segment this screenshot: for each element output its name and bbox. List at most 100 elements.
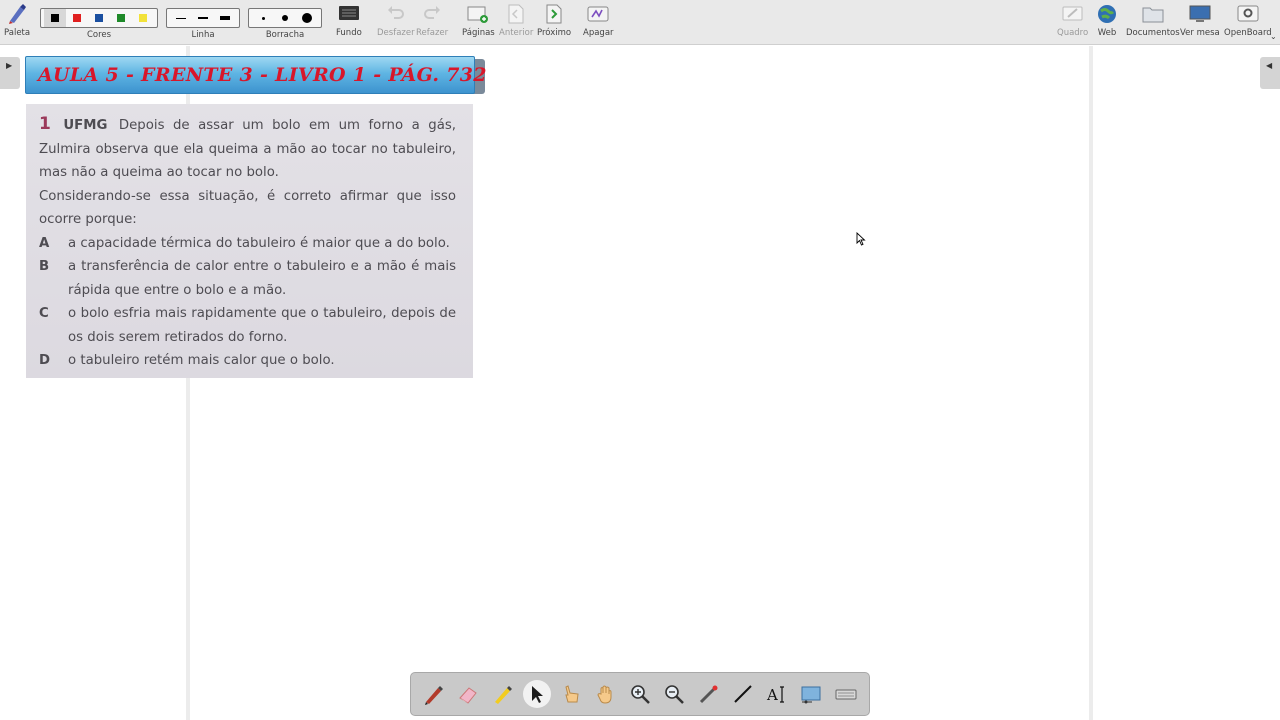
lesson-title-banner[interactable]: AULA 5 - FRENTE 3 - LIVRO 1 - PÁG. 732 xyxy=(25,56,487,94)
color-red-swatch[interactable] xyxy=(66,9,88,27)
pan-tool-button[interactable] xyxy=(592,680,620,708)
question-statement: 1 UFMG Depois de assar um bolo em um for… xyxy=(39,113,456,185)
eraser-group: Borracha xyxy=(248,2,322,40)
add-page-icon xyxy=(466,2,490,26)
option-text: a capacidade térmica do tabuleiro é maio… xyxy=(68,235,450,251)
question-prompt: Considerando-se essa situação, é correto… xyxy=(39,188,456,228)
option-text: o tabuleiro retém mais calor que o bolo. xyxy=(68,353,335,368)
question-number: 1 xyxy=(39,114,51,134)
banner-face: AULA 5 - FRENTE 3 - LIVRO 1 - PÁG. 732 xyxy=(25,56,487,94)
colors-group: Cores xyxy=(40,2,158,40)
eraser-tool-button[interactable] xyxy=(454,680,482,708)
tools-dock: A xyxy=(410,672,870,716)
line-thick-button[interactable] xyxy=(214,9,236,27)
redo-label: Refazer xyxy=(416,28,449,38)
selector-icon xyxy=(532,686,544,703)
zoom-in-tool-button[interactable] xyxy=(626,680,654,708)
undo-button[interactable]: Desfazer xyxy=(377,2,415,38)
top-toolbar: Paleta Cores Linha Borracha Fundo Desfaz… xyxy=(0,0,1280,45)
zoom-in-icon xyxy=(631,685,650,704)
line-medium-button[interactable] xyxy=(192,9,214,27)
web-label: Web xyxy=(1097,28,1117,38)
pen-tool-button[interactable] xyxy=(420,680,448,708)
board-icon xyxy=(1061,2,1085,26)
palette-label: Paleta xyxy=(4,28,31,38)
right-panel-toggle[interactable]: ◀ xyxy=(1260,57,1280,89)
laser-icon xyxy=(699,685,718,704)
eraser-label: Borracha xyxy=(265,30,305,40)
clear-label: Apagar xyxy=(583,28,614,38)
line-thin-button[interactable] xyxy=(170,9,192,27)
interact-tool-button[interactable] xyxy=(557,680,585,708)
zoom-out-icon xyxy=(665,685,685,704)
pointer-hand-icon xyxy=(565,685,579,703)
keyboard-tool-button[interactable] xyxy=(832,680,860,708)
show-desktop-button[interactable]: Ver mesa xyxy=(1180,2,1220,38)
next-page-icon xyxy=(542,2,566,26)
palette-icon xyxy=(5,2,29,26)
line-icon xyxy=(734,685,752,703)
line-tool-button[interactable] xyxy=(729,680,757,708)
chevron-down-icon[interactable]: ⌄ xyxy=(1270,32,1277,41)
option-text: o bolo esfria mais rapidamente que o tab… xyxy=(68,306,456,345)
palette-button[interactable]: Paleta xyxy=(4,2,30,38)
hand-icon xyxy=(597,685,612,704)
mouse-cursor-icon xyxy=(856,231,866,246)
board-button[interactable]: Quadro xyxy=(1057,2,1088,38)
expand-left-arrow-icon: ◀ xyxy=(1266,61,1273,70)
page-guide-right xyxy=(1089,46,1093,720)
option-b: B a transferência de calor entre o tabul… xyxy=(39,255,456,302)
laser-tool-button[interactable] xyxy=(695,680,723,708)
lesson-title: AULA 5 - FRENTE 3 - LIVRO 1 - PÁG. 732 xyxy=(38,64,487,86)
show-desktop-label: Ver mesa xyxy=(1180,28,1220,38)
color-swatches xyxy=(40,8,158,28)
background-button[interactable]: Fundo xyxy=(336,2,362,38)
left-panel-toggle[interactable]: ▶ xyxy=(0,57,20,89)
redo-button[interactable]: Refazer xyxy=(416,2,448,38)
selector-tool-button[interactable] xyxy=(523,680,552,708)
eraser-sizes xyxy=(248,8,322,28)
openboard-button[interactable]: OpenBoard xyxy=(1224,2,1272,38)
eraser-small-button[interactable] xyxy=(252,9,274,27)
text-icon: A xyxy=(766,686,785,704)
settings-icon xyxy=(1236,2,1260,26)
folder-icon xyxy=(1141,2,1165,26)
eraser-medium-button[interactable] xyxy=(274,9,296,27)
question-card[interactable]: 1 UFMG Depois de assar um bolo em um for… xyxy=(26,104,473,378)
text-tool-button[interactable]: A xyxy=(763,680,791,708)
color-green-swatch[interactable] xyxy=(110,9,132,27)
option-d: D o tabuleiro retém mais calor que o bol… xyxy=(39,349,456,373)
next-page-button[interactable]: Próximo xyxy=(537,2,571,38)
color-blue-swatch[interactable] xyxy=(88,9,110,27)
undo-label: Desfazer xyxy=(377,28,415,38)
redo-icon xyxy=(420,2,444,26)
color-black-swatch[interactable] xyxy=(44,9,66,27)
background-label: Fundo xyxy=(336,28,362,38)
previous-page-icon xyxy=(504,2,528,26)
zoom-out-tool-button[interactable] xyxy=(660,680,688,708)
openboard-label: OpenBoard xyxy=(1224,28,1272,38)
option-letter: A xyxy=(39,235,50,251)
color-yellow-swatch[interactable] xyxy=(132,9,154,27)
option-letter: C xyxy=(39,306,49,321)
previous-page-label: Anterior xyxy=(499,28,534,38)
eraser-large-button[interactable] xyxy=(296,9,318,27)
line-group: Linha xyxy=(166,2,240,40)
highlighter-tool-button[interactable] xyxy=(489,680,517,708)
question-source: UFMG xyxy=(63,118,108,133)
option-letter: D xyxy=(39,353,51,368)
option-c: C o bolo esfria mais rapidamente que o t… xyxy=(39,302,456,349)
clear-page-icon xyxy=(586,2,610,26)
web-button[interactable]: Web xyxy=(1095,2,1119,38)
clear-button[interactable]: Apagar xyxy=(583,2,614,38)
documents-button[interactable]: Documentos xyxy=(1126,2,1180,38)
board-label: Quadro xyxy=(1057,28,1089,38)
option-letter: B xyxy=(39,259,50,274)
previous-page-button[interactable]: Anterior xyxy=(499,2,533,38)
undo-icon xyxy=(384,2,408,26)
pages-button[interactable]: Páginas xyxy=(462,2,495,38)
expand-right-arrow-icon: ▶ xyxy=(6,61,13,70)
globe-icon xyxy=(1095,2,1119,26)
capture-tool-button[interactable] xyxy=(797,680,825,708)
pen-icon xyxy=(425,686,444,705)
